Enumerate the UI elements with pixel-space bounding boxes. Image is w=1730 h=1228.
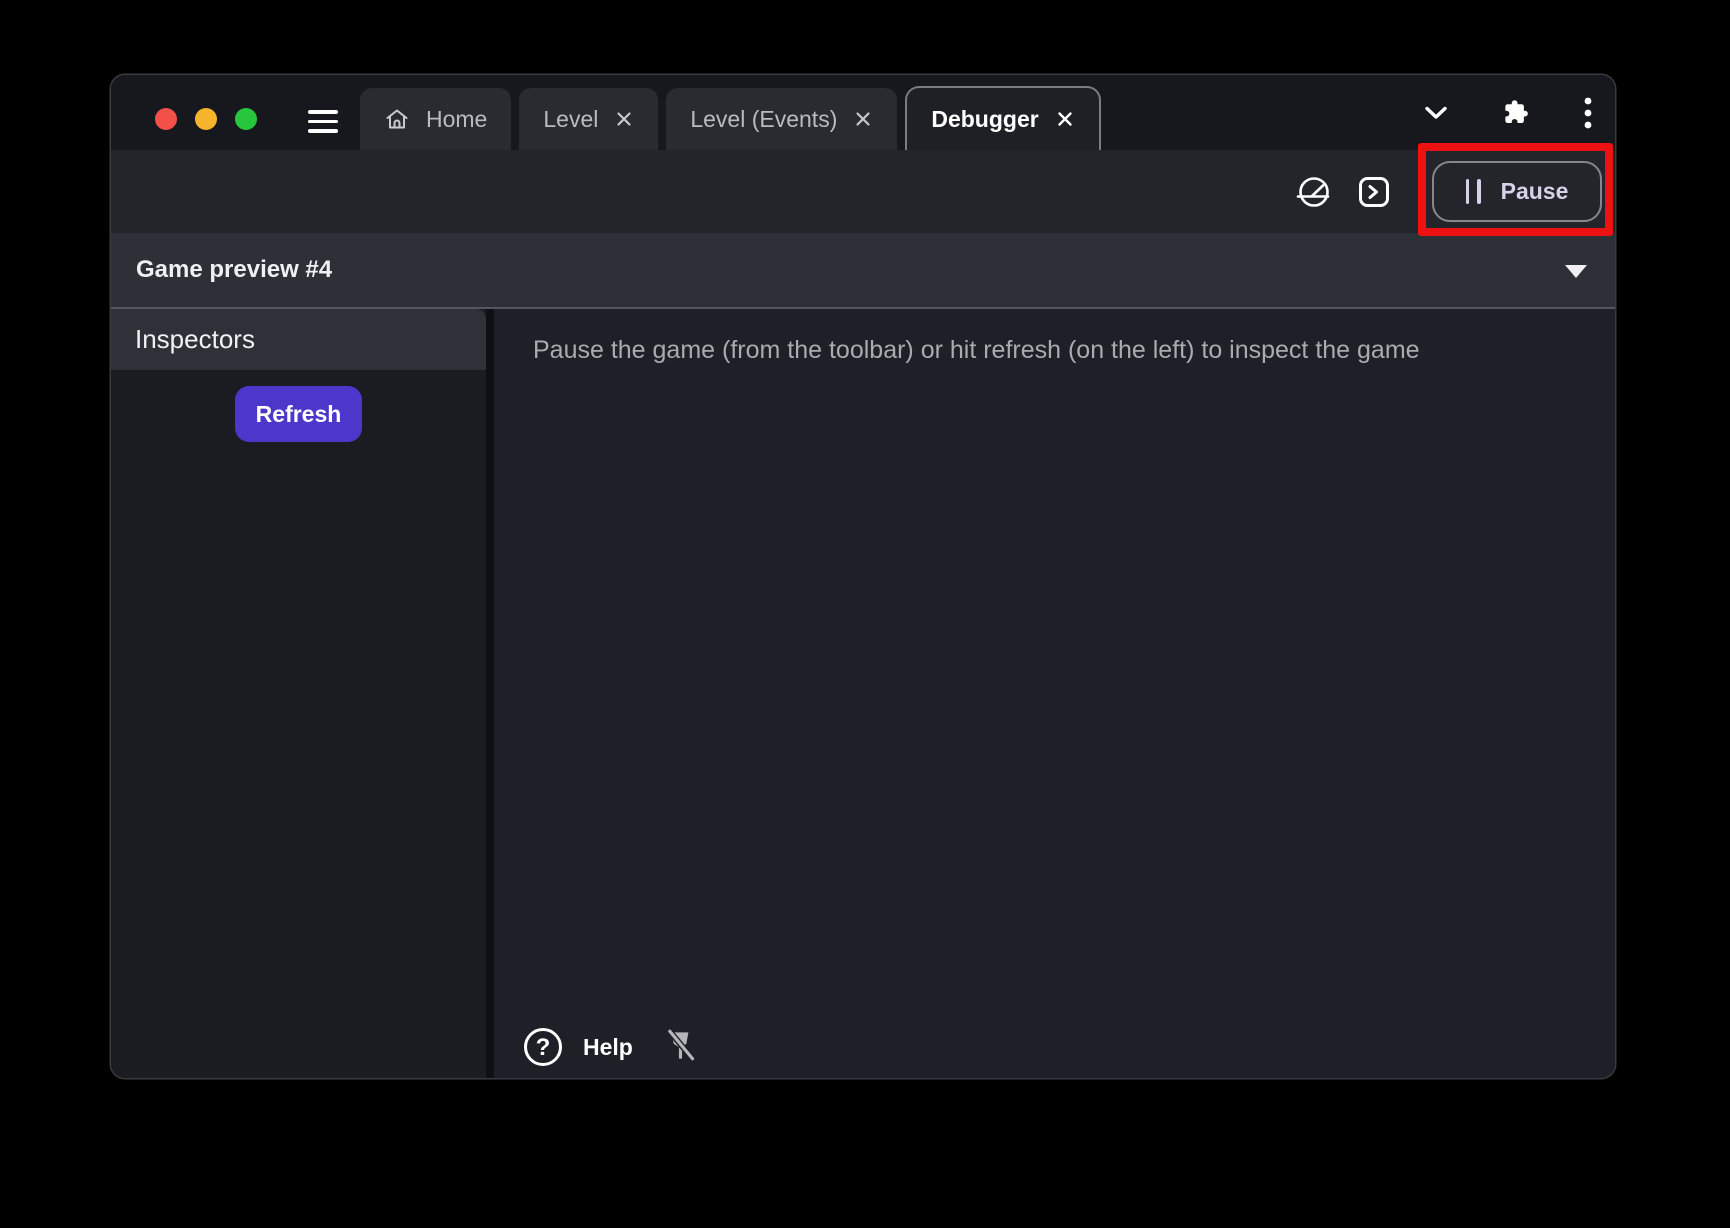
tab-label: Home (426, 106, 487, 133)
refresh-button[interactable]: Refresh (235, 386, 362, 442)
dropdown-caret-icon[interactable] (1565, 265, 1587, 278)
panel-divider (486, 309, 494, 1078)
game-preview-title: Game preview #4 (136, 256, 332, 284)
home-icon (384, 106, 410, 132)
toolbar-actions: Pause (1296, 150, 1602, 233)
pause-button[interactable]: Pause (1432, 161, 1602, 222)
game-preview-selector[interactable]: Game preview #4 (111, 233, 1615, 309)
tab-label: Debugger (931, 106, 1038, 133)
help-label[interactable]: Help (583, 1034, 633, 1061)
inspectors-sidebar: Inspectors Refresh (111, 309, 486, 1078)
tab-level[interactable]: Level (519, 88, 658, 150)
close-tab-icon[interactable] (614, 109, 634, 129)
maximize-window-button[interactable] (235, 108, 257, 130)
debugger-content: Inspectors Refresh Pause the game (from … (111, 309, 1615, 1078)
tab-label: Level (543, 106, 598, 133)
tab-label: Level (Events) (690, 106, 837, 133)
help-icon[interactable]: ? (522, 1026, 564, 1068)
pause-icon (1466, 179, 1481, 204)
inspectors-header: Inspectors (111, 309, 486, 370)
extensions-puzzle-icon[interactable] (1501, 98, 1531, 128)
close-window-button[interactable] (155, 108, 177, 130)
inspector-hint-message: Pause the game (from the toolbar) or hit… (494, 309, 1615, 365)
main-menu-icon[interactable] (308, 110, 338, 133)
tab-home[interactable]: Home (360, 88, 511, 150)
close-tab-icon[interactable] (853, 109, 873, 129)
unpin-icon[interactable] (663, 1027, 697, 1068)
svg-text:?: ? (536, 1034, 551, 1061)
chevron-down-icon[interactable] (1423, 100, 1449, 126)
close-tab-icon[interactable] (1055, 109, 1075, 129)
profiler-icon[interactable] (1296, 174, 1332, 210)
more-options-icon[interactable] (1583, 96, 1593, 130)
inspector-main-panel: Pause the game (from the toolbar) or hit… (494, 309, 1615, 1078)
tab-level-events[interactable]: Level (Events) (666, 88, 897, 150)
help-row: ? Help (522, 1026, 697, 1068)
debugger-toolbar: Pause (111, 150, 1615, 233)
console-icon[interactable] (1358, 176, 1390, 208)
tab-debugger[interactable]: Debugger (905, 86, 1100, 150)
tab-strip: Home Level Level (Events) (111, 75, 1615, 150)
tabstrip-actions (1423, 75, 1593, 150)
window-controls (155, 108, 257, 130)
tab-list: Home Level Level (Events) (360, 86, 1101, 150)
inspectors-header-label: Inspectors (135, 324, 255, 355)
debugger-window: Home Level Level (Events) (111, 75, 1615, 1078)
minimize-window-button[interactable] (195, 108, 217, 130)
pause-button-label: Pause (1501, 178, 1569, 205)
